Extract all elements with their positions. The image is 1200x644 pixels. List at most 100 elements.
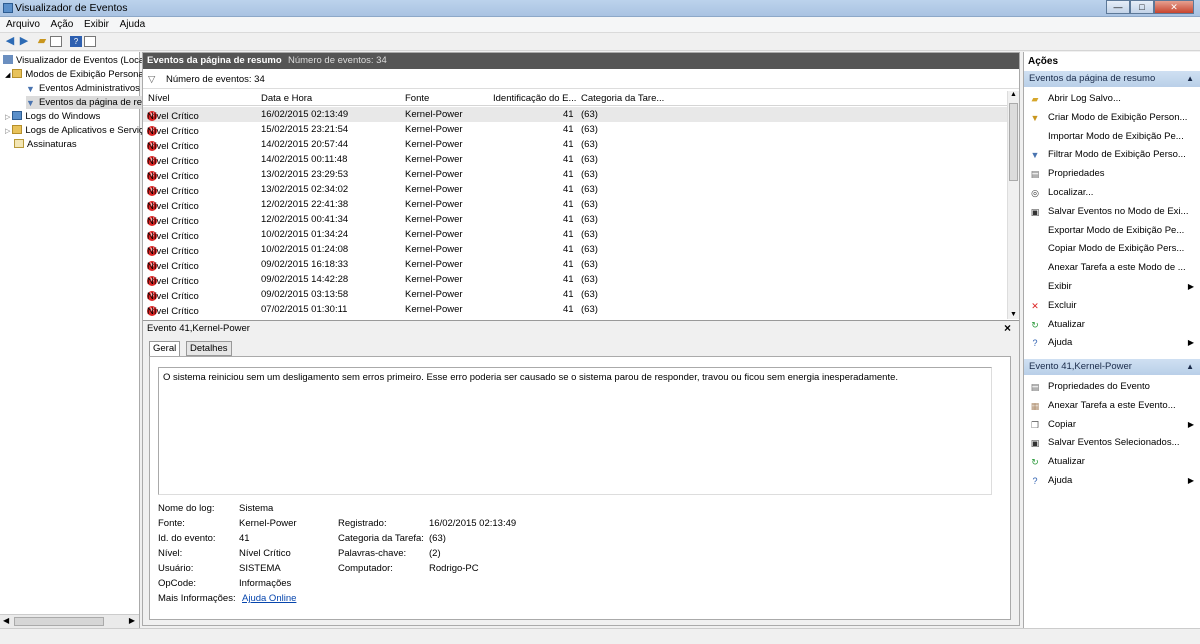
- expand-arrow-icon[interactable]: ◢: [5, 72, 10, 79]
- menu-ajuda[interactable]: Ajuda: [120, 17, 146, 33]
- field-label-event-id: Id. do evento:: [158, 533, 216, 544]
- table-row[interactable]: ✕ Nível Crítico 10/02/2015 01:34:24 Kernel-…: [143, 227, 1007, 242]
- scroll-thumb[interactable]: [14, 617, 104, 626]
- action-item[interactable]: ✕ Excluir: [1024, 297, 1200, 314]
- table-row[interactable]: ✕ Nível Crítico 12/02/2015 22:41:38 Kernel-…: [143, 197, 1007, 212]
- field-label-logged: Registrado:: [338, 518, 387, 529]
- table-cell-datetime: 07/02/2015 01:30:11: [261, 304, 348, 315]
- online-help-link[interactable]: Ajuda Online: [242, 593, 296, 604]
- menu-arquivo[interactable]: Arquivo: [6, 17, 40, 33]
- action-item[interactable]: ? Ajuda ▶: [1024, 334, 1200, 351]
- action-item[interactable]: Exportar Modo de Exibição Pe...: [1024, 222, 1200, 239]
- menu-bar: Arquivo Ação Exibir Ajuda: [0, 17, 1200, 33]
- navigation-tree: Visualizador de Eventos (Local) ◢ Modos d…: [0, 52, 173, 628]
- table-cell-category: (63): [581, 139, 598, 150]
- scroll-right-icon[interactable]: ▶: [129, 616, 135, 625]
- table-cell-datetime: 12/02/2015 22:41:38: [261, 199, 349, 210]
- help-icon[interactable]: ?: [70, 36, 82, 47]
- collapse-caret-icon[interactable]: ▲: [1186, 71, 1194, 87]
- events-header-count: Número de eventos: 34: [288, 55, 387, 66]
- close-button[interactable]: ✕: [1154, 0, 1194, 14]
- forward-arrow-icon[interactable]: ▶: [18, 36, 30, 47]
- table-row[interactable]: ✕ Nível Crítico 13/02/2015 23:29:53 Kernel-…: [143, 167, 1007, 182]
- horizontal-scrollbar[interactable]: ◀ ▶: [0, 614, 139, 628]
- table-cell-event-id: 41: [563, 274, 574, 285]
- scroll-left-icon[interactable]: ◀: [3, 616, 9, 625]
- tree-item-app-service-logs[interactable]: ▷ Logs de Aplicativos e Serviços: [5, 124, 154, 137]
- action-item[interactable]: Anexar Tarefa a este Modo de ...: [1024, 259, 1200, 276]
- scroll-down-icon[interactable]: ▼: [1010, 311, 1017, 318]
- action-item[interactable]: ▣ Salvar Eventos no Modo de Exi...: [1024, 203, 1200, 220]
- action-item[interactable]: ▼ Filtrar Modo de Exibição Perso...: [1024, 146, 1200, 163]
- tree-item-administrative-events[interactable]: ▼ Eventos Administrativos: [26, 82, 140, 95]
- table-cell-source: Kernel-Power: [405, 169, 463, 180]
- tab-geral[interactable]: Geral: [149, 341, 181, 357]
- table-row[interactable]: ✕ Nível Crítico 13/02/2015 02:34:02 Kernel-…: [143, 182, 1007, 197]
- table-row[interactable]: ✕ Nível Crítico 14/02/2015 20:57:44 Kernel-…: [143, 137, 1007, 152]
- table-cell-datetime: 16/02/2015 02:13:49: [261, 109, 349, 120]
- actions-section-summary[interactable]: Eventos da página de resumo ▲: [1024, 71, 1200, 87]
- table-cell-datetime: 10/02/2015 01:34:24: [261, 229, 349, 240]
- actions-section-event[interactable]: Evento 41,Kernel-Power ▲: [1024, 359, 1200, 375]
- column-fonte[interactable]: Fonte: [405, 93, 429, 104]
- scroll-up-icon[interactable]: ▲: [1010, 91, 1017, 98]
- table-row[interactable]: ✕ Nível Crítico 12/02/2015 00:41:34 Kernel-…: [143, 212, 1007, 227]
- action-item[interactable]: Copiar Modo de Exibição Pers...: [1024, 240, 1200, 257]
- action-item[interactable]: ❐ Copiar ▶: [1024, 416, 1200, 433]
- action-item[interactable]: ▤ Propriedades: [1024, 165, 1200, 182]
- column-task-category[interactable]: Categoria da Tare...: [581, 93, 664, 104]
- tree-item-event-viewer[interactable]: Visualizador de Eventos (Local): [3, 54, 149, 67]
- action-item[interactable]: ▼ Criar Modo de Exibição Person...: [1024, 109, 1200, 126]
- column-event-id[interactable]: Identificação do E...: [493, 93, 576, 104]
- field-value-opcode: Informações: [239, 578, 292, 589]
- folder-up-icon[interactable]: ▰: [36, 36, 48, 47]
- expand-arrow-icon[interactable]: ▷: [5, 114, 10, 121]
- expand-arrow-icon[interactable]: ▷: [5, 128, 10, 135]
- tab-detalhes[interactable]: Detalhes: [186, 341, 232, 356]
- table-cell-source: Kernel-Power: [405, 304, 463, 315]
- actions-pane: Ações Eventos da página de resumo ▲ ▰ Abri…: [1023, 52, 1200, 628]
- menu-acao[interactable]: Ação: [51, 17, 74, 33]
- table-row[interactable]: ✕ Nível Crítico 16/02/2015 02:13:49 Kernel-…: [143, 107, 1007, 122]
- action-item[interactable]: ◎ Localizar...: [1024, 184, 1200, 201]
- minimize-button[interactable]: —: [1106, 0, 1130, 14]
- table-row[interactable]: ✕ Nível Crítico 10/02/2015 01:24:08 Kernel-…: [143, 242, 1007, 257]
- table-row[interactable]: ✕ Nível Crítico 09/02/2015 14:42:28 Kernel-…: [143, 272, 1007, 287]
- action-item[interactable]: ▤ Propriedades do Evento: [1024, 378, 1200, 395]
- action-item[interactable]: Importar Modo de Exibição Pe...: [1024, 128, 1200, 145]
- action-item[interactable]: Exibir ▶: [1024, 278, 1200, 295]
- table-cell-source: Kernel-Power: [405, 289, 463, 300]
- maximize-button[interactable]: □: [1130, 0, 1154, 14]
- action-item[interactable]: ↻ Atualizar: [1024, 453, 1200, 470]
- table-row[interactable]: ✕ Nível Crítico 15/02/2015 23:21:54 Kernel-…: [143, 122, 1007, 137]
- field-value-level: Nível Crítico: [239, 548, 291, 559]
- back-arrow-icon[interactable]: ◀: [4, 36, 16, 47]
- table-cell-source: Kernel-Power: [405, 214, 463, 225]
- table-row[interactable]: ✕ Nível Crítico 07/02/2015 01:30:11 Kernel-…: [143, 302, 1007, 317]
- refresh-icon: ↻: [1031, 319, 1039, 330]
- field-value-event-id: 41: [239, 533, 250, 544]
- scroll-thumb[interactable]: [1009, 103, 1018, 181]
- table-row[interactable]: ✕ Nível Crítico 14/02/2015 00:11:48 Kernel-…: [143, 152, 1007, 167]
- events-table: Nível Data e Hora Fonte Identificação do…: [143, 91, 1007, 319]
- menu-exibir[interactable]: Exibir: [84, 17, 109, 33]
- tree-item-windows-logs[interactable]: ▷ Logs do Windows: [5, 110, 100, 123]
- action-item[interactable]: ? Ajuda ▶: [1024, 472, 1200, 489]
- table-cell-source: Kernel-Power: [405, 109, 463, 120]
- table-row[interactable]: ✕ Nível Crítico 09/02/2015 03:13:58 Kernel-…: [143, 287, 1007, 302]
- app-icon: [3, 3, 13, 13]
- collapse-caret-icon[interactable]: ▲: [1186, 359, 1194, 375]
- action-item[interactable]: ▰ Abrir Log Salvo...: [1024, 90, 1200, 107]
- action-item[interactable]: ▣ Salvar Eventos Selecionados...: [1024, 434, 1200, 451]
- show-hide-action-pane-icon[interactable]: [84, 36, 96, 47]
- column-nivel[interactable]: Nível: [148, 93, 170, 104]
- close-detail-icon[interactable]: ×: [1004, 321, 1011, 335]
- action-item[interactable]: ▦ Anexar Tarefa a este Evento...: [1024, 397, 1200, 414]
- filter-bar: ▽ Número de eventos: 34: [143, 70, 1019, 89]
- action-item[interactable]: ↻ Atualizar: [1024, 316, 1200, 333]
- table-row[interactable]: ✕ Nível Crítico 09/02/2015 16:18:33 Kernel-…: [143, 257, 1007, 272]
- column-data-hora[interactable]: Data e Hora: [261, 93, 312, 104]
- show-hide-tree-icon[interactable]: [50, 36, 62, 47]
- tree-item-subscriptions[interactable]: Assinaturas: [14, 138, 77, 151]
- vertical-scrollbar[interactable]: ▲ ▼: [1007, 91, 1019, 319]
